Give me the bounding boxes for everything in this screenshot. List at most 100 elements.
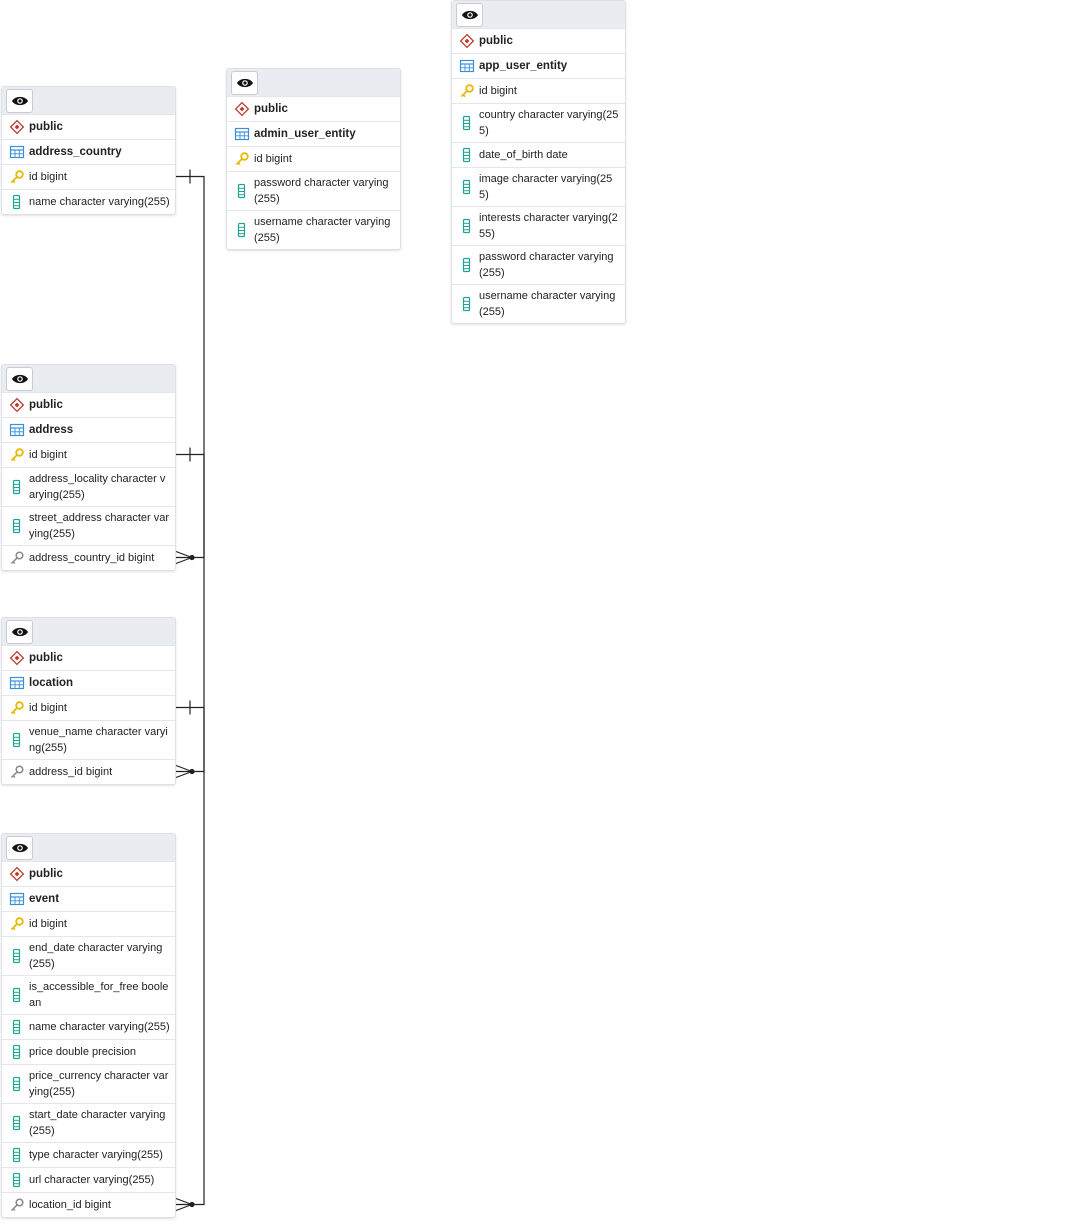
column-label: image character varying(255): [479, 173, 613, 201]
entity-event[interactable]: public event id bigint end_date character v…: [1, 833, 176, 1218]
column-label: start_date character varying(255): [29, 1109, 166, 1137]
column-label: price double precision: [29, 1046, 137, 1058]
eye-icon[interactable]: [6, 367, 33, 391]
schema-name: public: [254, 103, 288, 115]
table-icon: [234, 126, 250, 142]
primary-key-icon: [234, 151, 250, 167]
column-icon: [234, 183, 250, 199]
relationship-line: [176, 706, 205, 1206]
column-label: id bigint: [29, 449, 67, 461]
entity-location[interactable]: public location id bigint venue_name charac…: [1, 617, 176, 785]
column-icon: [459, 257, 475, 273]
column-icon: [9, 987, 25, 1003]
column-label: id bigint: [254, 153, 292, 165]
column-row: end_date character varying(255): [2, 936, 175, 975]
schema-name: public: [29, 868, 63, 880]
primary-key-icon: [9, 916, 25, 932]
eye-icon[interactable]: [6, 620, 33, 644]
table-name: address: [29, 424, 74, 436]
entity-header: [2, 834, 175, 861]
table-row: app_user_entity: [452, 53, 625, 78]
column-row: type character varying(255): [2, 1142, 175, 1167]
column-icon: [9, 194, 25, 210]
entity-address[interactable]: public address id bigint address_locality c…: [1, 364, 176, 571]
eye-icon[interactable]: [231, 71, 258, 95]
column-icon: [9, 1076, 25, 1092]
table-row: address_country: [2, 139, 175, 164]
column-row: id bigint: [452, 78, 625, 103]
column-icon: [459, 296, 475, 312]
column-label: id bigint: [29, 702, 67, 714]
column-label: interests character varying(255): [479, 212, 618, 240]
column-label: id bigint: [29, 918, 67, 930]
column-row: address_locality character varying(255): [2, 467, 175, 506]
primary-key-icon: [459, 83, 475, 99]
column-label: password character varying(255): [254, 177, 389, 205]
column-label: country character varying(255): [479, 109, 619, 137]
table-row: admin_user_entity: [227, 121, 400, 146]
schema-icon: [234, 101, 250, 117]
entity-address_country[interactable]: public address_countryid bigint name chara…: [1, 86, 176, 215]
schema-row: public: [2, 645, 175, 670]
column-row: address_id bigint: [2, 759, 175, 784]
eye-icon[interactable]: [6, 89, 33, 113]
primary-key-icon: [9, 169, 25, 185]
schema-name: public: [29, 121, 63, 133]
column-label: date_of_birth date: [479, 149, 568, 161]
entity-app_user_entity[interactable]: public app_user_entityid bigint country ch…: [451, 0, 626, 324]
column-icon: [459, 147, 475, 163]
column-label: url character varying(255): [29, 1174, 155, 1186]
schema-row: public: [227, 96, 400, 121]
entity-header: [227, 69, 400, 96]
column-icon: [459, 179, 475, 195]
column-label: price_currency character varying(255): [29, 1070, 169, 1098]
table-name: event: [29, 893, 60, 905]
column-label: name character varying(255): [29, 1021, 170, 1033]
column-row: price_currency character varying(255): [2, 1064, 175, 1103]
table-icon: [9, 144, 25, 160]
column-label: address_locality character varying(255): [29, 473, 166, 501]
column-icon: [9, 518, 25, 534]
column-row: price double precision: [2, 1039, 175, 1064]
column-icon: [459, 218, 475, 234]
column-label: name character varying(255): [29, 196, 170, 208]
table-row: location: [2, 670, 175, 695]
column-row: id bigint: [2, 164, 175, 189]
column-label: id bigint: [29, 171, 67, 183]
entity-admin_user_entity[interactable]: public admin_user_entityid bigint password…: [226, 68, 401, 250]
relationship-line: [176, 175, 205, 559]
column-label: username character varying(255): [254, 216, 391, 244]
column-label: is_accessible_for_free boolean: [29, 981, 169, 1009]
column-icon: [9, 1115, 25, 1131]
column-label: id bigint: [479, 85, 517, 97]
column-label: address_id bigint: [29, 766, 113, 778]
table-name: admin_user_entity: [254, 128, 356, 140]
column-row: venue_name character varying(255): [2, 720, 175, 759]
column-label: password character varying(255): [479, 251, 614, 279]
column-row: username character varying(255): [227, 210, 400, 249]
column-icon: [9, 1044, 25, 1060]
entity-header: [2, 618, 175, 645]
schema-icon: [9, 866, 25, 882]
table-row: event: [2, 886, 175, 911]
table-name: location: [29, 677, 74, 689]
column-row: id bigint: [2, 442, 175, 467]
column-label: address_country_id bigint: [29, 552, 155, 564]
schema-name: public: [479, 35, 513, 47]
column-label: username character varying(255): [479, 290, 616, 318]
column-row: image character varying(255): [452, 167, 625, 206]
column-row: street_address character varying(255): [2, 506, 175, 545]
schema-row: public: [2, 861, 175, 886]
eye-icon[interactable]: [456, 3, 483, 27]
column-row: country character varying(255): [452, 103, 625, 142]
relationship-line: [176, 453, 205, 773]
crows-foot-dot: [189, 1201, 195, 1208]
primary-key-icon: [9, 700, 25, 716]
table-icon: [459, 58, 475, 74]
schema-name: public: [29, 399, 63, 411]
column-row: date_of_birth date: [452, 142, 625, 167]
column-label: venue_name character varying(255): [29, 726, 168, 754]
column-icon: [234, 222, 250, 238]
column-row: name character varying(255): [2, 189, 175, 214]
eye-icon[interactable]: [6, 836, 33, 860]
